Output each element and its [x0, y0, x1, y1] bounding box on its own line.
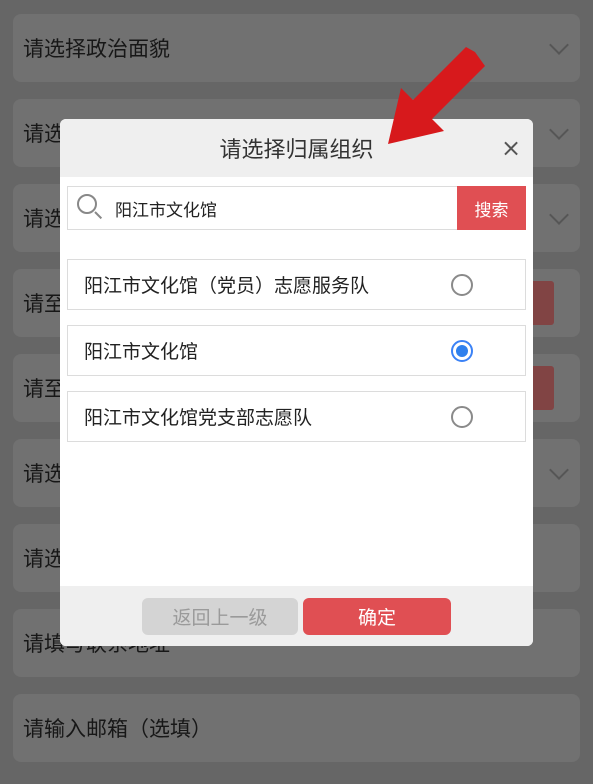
list-item[interactable]: 阳江市文化馆 [67, 325, 526, 376]
search-button[interactable]: 搜索 [457, 186, 526, 230]
organization-list: 阳江市文化馆（党员）志愿服务队 阳江市文化馆 阳江市文化馆党支部志愿队 [67, 259, 526, 457]
option-label: 阳江市文化馆（党员）志愿服务队 [84, 275, 370, 297]
dialog-title: 请选择归属组织 [219, 138, 374, 163]
search-input[interactable]: 阳江市文化馆 [105, 196, 457, 221]
organization-picker-dialog: 请选择归属组织 × 阳江市文化馆 搜索 阳江市文化馆（党员）志愿服务队 阳江市文… [60, 119, 533, 646]
list-item[interactable]: 阳江市文化馆（党员）志愿服务队 [67, 259, 526, 310]
red-arrow-icon [388, 47, 485, 144]
option-label: 阳江市文化馆 [84, 341, 199, 363]
radio-button[interactable] [451, 405, 473, 428]
close-icon[interactable]: × [499, 136, 523, 160]
back-button[interactable]: 返回上一级 [142, 598, 298, 635]
screen: 请选择政治面貌 请选 请选 请至 请至 请选 请选 请填写联系地址 请输入邮箱（… [0, 0, 593, 784]
list-item[interactable]: 阳江市文化馆党支部志愿队 [67, 391, 526, 442]
radio-button-selected[interactable] [451, 339, 473, 362]
dialog-footer: 返回上一级 确定 [60, 586, 533, 646]
confirm-button[interactable]: 确定 [303, 598, 451, 635]
option-label: 阳江市文化馆党支部志愿队 [84, 407, 313, 429]
search-bar: 阳江市文化馆 搜索 [67, 186, 526, 230]
search-icon [77, 194, 105, 222]
radio-button[interactable] [451, 273, 473, 296]
